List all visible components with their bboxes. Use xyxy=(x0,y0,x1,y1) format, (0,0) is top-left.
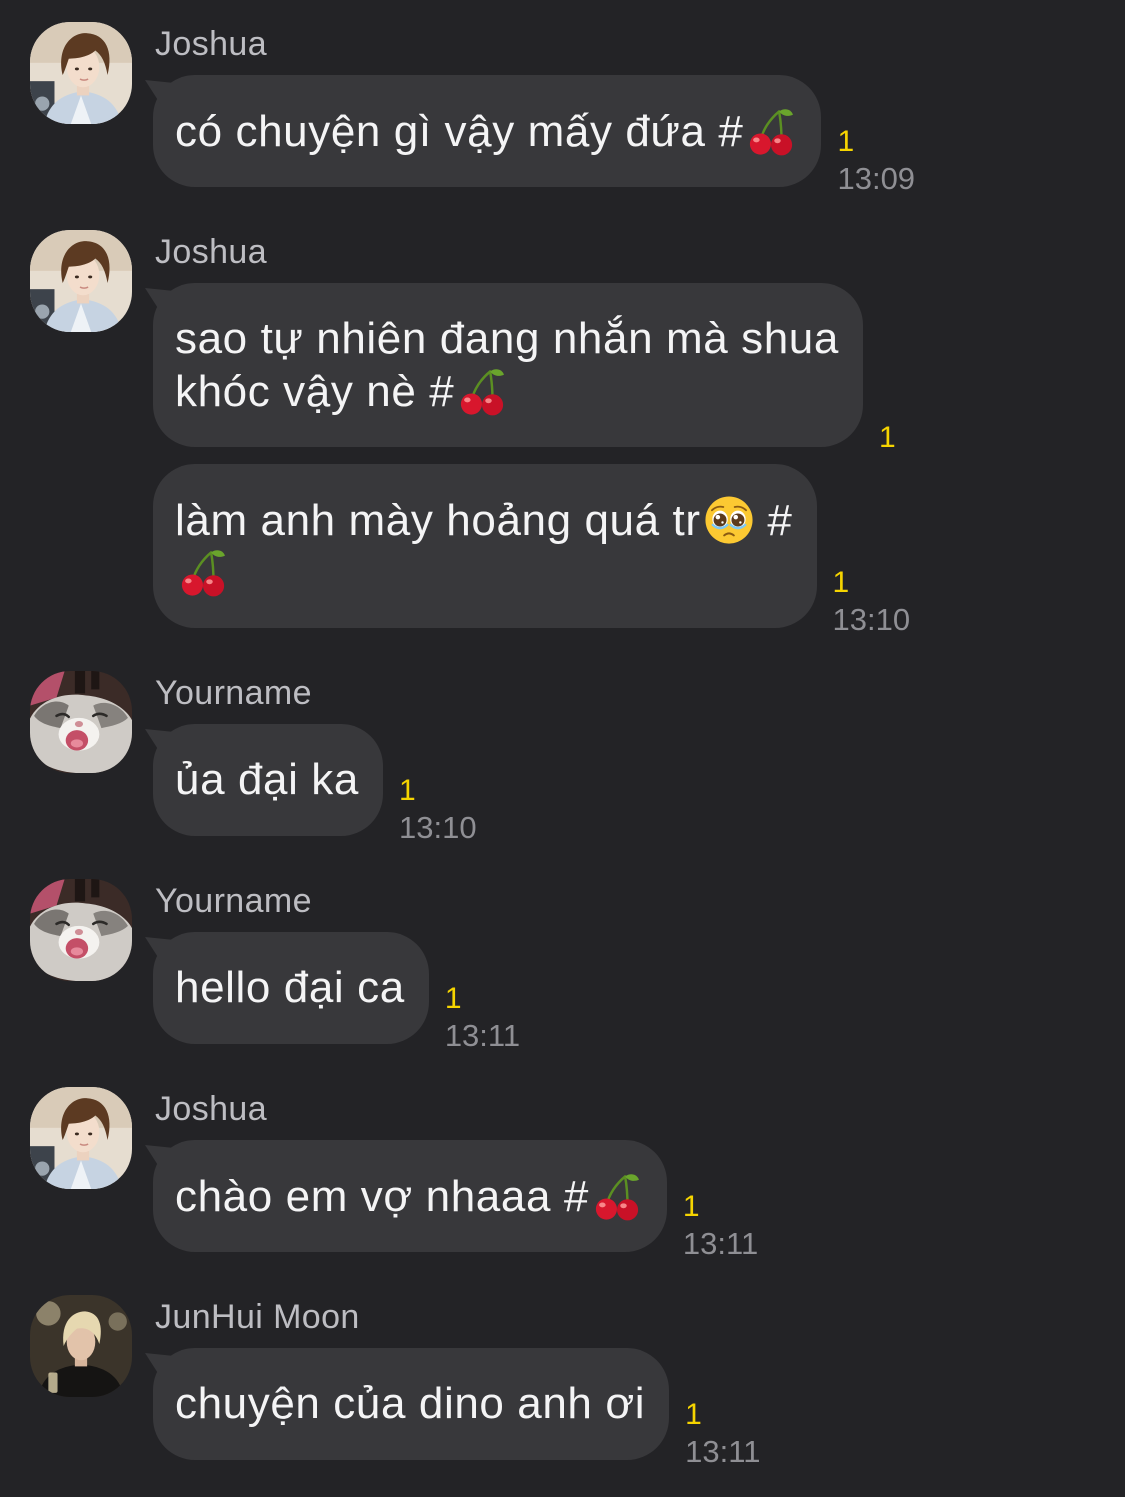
message-meta: 1 13:10 xyxy=(833,564,911,638)
message-bubble[interactable]: sao tự nhiên đang nhắn mà shua khóc vậy … xyxy=(153,283,863,447)
message-row: chào em vợ nhaaa # 1 13:11 xyxy=(153,1140,1125,1261)
message-meta: 1 13:11 xyxy=(445,980,520,1054)
sender-name: Joshua xyxy=(155,25,268,63)
message-text-line: hello đại ca xyxy=(175,962,405,1014)
message-row: có chuyện gì vậy mấy đứa # 1 13:09 xyxy=(153,75,1125,196)
message-text-line: sao tự nhiên đang nhắn mà shua xyxy=(175,313,839,365)
message-text: hello đại ca xyxy=(175,963,405,1012)
unread-count: 1 xyxy=(398,774,416,807)
message-time: 13:11 xyxy=(444,1018,521,1053)
face-holding-back-tears-emoji-icon xyxy=(703,494,755,546)
message-text: # xyxy=(754,496,793,545)
message-group-content: Joshua chào em vợ nhaaa # 1 13:11 xyxy=(153,1087,1125,1261)
message-text-line: khóc vậy nè # xyxy=(175,365,839,417)
message-group-content: Yourname ủa đại ka 1 13:10 xyxy=(153,671,1125,845)
message-bubble[interactable]: chào em vợ nhaaa # xyxy=(153,1140,667,1252)
message-text: làm anh mày hoảng quá tr xyxy=(175,496,701,545)
message-group: Joshua có chuyện gì vậy mấy đứa # 1 13:0… xyxy=(0,22,1125,196)
message-text-line: làm anh mày hoảng quá tr # xyxy=(175,494,793,546)
message-group-content: Joshua có chuyện gì vậy mấy đứa # 1 13:0… xyxy=(153,22,1125,196)
message-bubble[interactable]: làm anh mày hoảng quá tr # xyxy=(153,464,817,628)
message-row: làm anh mày hoảng quá tr # 1 13:10 xyxy=(153,464,1125,637)
sender-name: JunHui Moon xyxy=(155,1298,360,1336)
avatar-joshua[interactable] xyxy=(30,1087,132,1189)
message-text: có chuyện gì vậy mấy đứa # xyxy=(175,107,744,156)
chat-message-list[interactable]: Joshua có chuyện gì vậy mấy đứa # 1 13:0… xyxy=(0,0,1125,1469)
message-meta: 1 xyxy=(879,419,896,457)
message-time: 13:09 xyxy=(837,161,916,196)
message-row: hello đại ca 1 13:11 xyxy=(153,932,1125,1053)
unread-count: 1 xyxy=(685,1398,702,1431)
message-bubble[interactable]: có chuyện gì vậy mấy đứa # xyxy=(153,75,822,187)
message-meta: 1 13:11 xyxy=(685,1396,760,1470)
sender-name: Yourname xyxy=(155,674,312,712)
cherries-emoji-icon xyxy=(177,546,229,598)
message-text: chuyện của dino anh ơi xyxy=(175,1379,646,1428)
cherries-emoji-icon xyxy=(591,1170,643,1222)
message-text: khóc vậy nè # xyxy=(175,367,455,416)
message-group: Yourname ủa đại ka 1 13:10 xyxy=(0,671,1125,845)
avatar-joshua[interactable] xyxy=(30,22,132,124)
message-group: Joshua sao tự nhiên đang nhắn mà shua kh… xyxy=(0,230,1125,637)
message-meta: 1 13:09 xyxy=(837,123,915,197)
message-group-content: JunHui Moon chuyện của dino anh ơi 1 13:… xyxy=(153,1295,1125,1469)
sender-name: Yourname xyxy=(155,882,312,920)
message-bubble[interactable]: hello đại ca xyxy=(153,932,429,1044)
message-bubble[interactable]: chuyện của dino anh ơi xyxy=(153,1348,670,1460)
message-text-line: ủa đại ka xyxy=(175,754,359,806)
message-time: 13:11 xyxy=(685,1434,761,1469)
cherries-emoji-icon xyxy=(456,365,508,417)
message-text: chào em vợ nhaaa # xyxy=(175,1172,589,1221)
message-group: Joshua chào em vợ nhaaa # 1 13:11 xyxy=(0,1087,1125,1261)
avatar-yourname[interactable] xyxy=(30,879,132,981)
sender-name: Joshua xyxy=(155,233,268,271)
message-time: 13:10 xyxy=(832,602,911,637)
message-group: Yourname hello đại ca 1 13:11 xyxy=(0,879,1125,1053)
avatar-yourname[interactable] xyxy=(30,671,132,773)
avatar-joshua[interactable] xyxy=(30,230,132,332)
unread-count: 1 xyxy=(832,566,850,599)
message-time: 13:11 xyxy=(682,1226,759,1261)
message-row: sao tự nhiên đang nhắn mà shua khóc vậy … xyxy=(153,283,1125,454)
message-text-line: có chuyện gì vậy mấy đứa # xyxy=(175,105,797,157)
avatar-junhui-moon[interactable] xyxy=(30,1295,132,1397)
unread-count: 1 xyxy=(837,125,855,158)
message-group: JunHui Moon chuyện của dino anh ơi 1 13:… xyxy=(0,1295,1125,1469)
cherries-emoji-icon xyxy=(745,105,797,157)
unread-count: 1 xyxy=(444,982,462,1015)
message-text-line xyxy=(175,546,793,598)
unread-count: 1 xyxy=(682,1190,700,1223)
message-time: 13:10 xyxy=(398,810,477,845)
message-text: ủa đại ka xyxy=(175,755,359,804)
message-row: ủa đại ka 1 13:10 xyxy=(153,724,1125,845)
message-text-line: chuyện của dino anh ơi xyxy=(175,1378,645,1430)
unread-count: 1 xyxy=(878,421,896,454)
message-bubble[interactable]: ủa đại ka xyxy=(153,724,383,836)
message-text-line: chào em vợ nhaaa # xyxy=(175,1170,643,1222)
message-group-content: Yourname hello đại ca 1 13:11 xyxy=(153,879,1125,1053)
message-meta: 1 13:11 xyxy=(683,1188,758,1262)
message-text: sao tự nhiên đang nhắn mà shua xyxy=(175,314,839,363)
message-meta: 1 13:10 xyxy=(399,772,477,846)
message-group-content: Joshua sao tự nhiên đang nhắn mà shua kh… xyxy=(153,230,1125,637)
sender-name: Joshua xyxy=(155,1090,268,1128)
message-row: chuyện của dino anh ơi 1 13:11 xyxy=(153,1348,1125,1469)
